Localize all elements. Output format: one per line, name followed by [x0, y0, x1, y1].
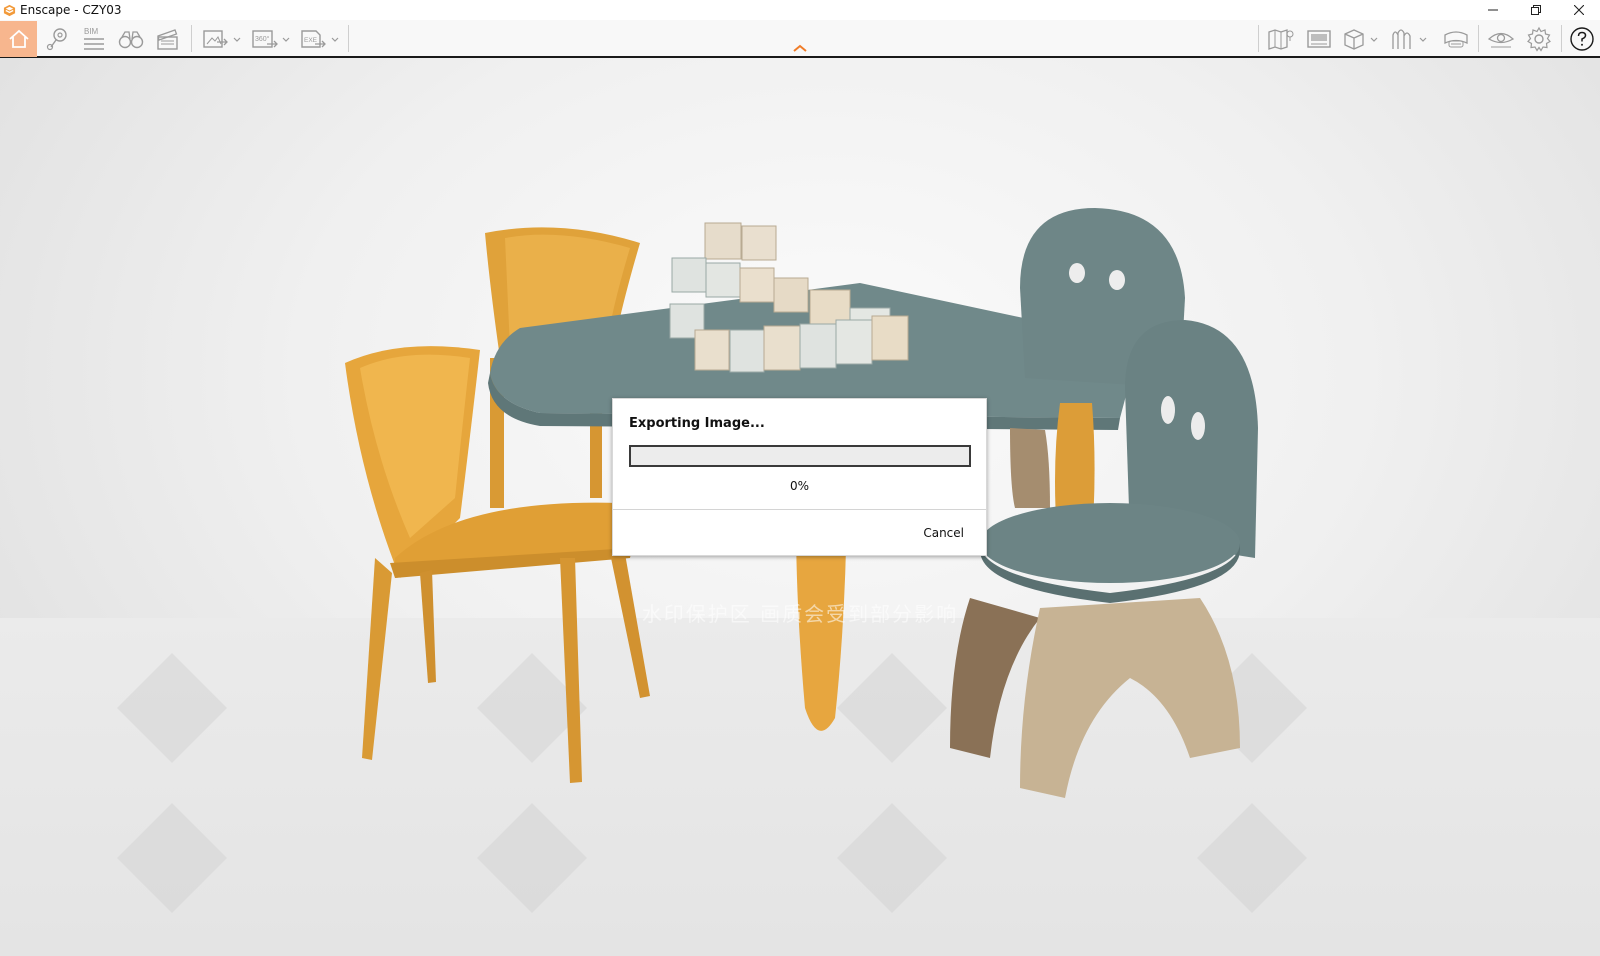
home-button[interactable] [0, 21, 37, 57]
minimize-button[interactable] [1471, 0, 1514, 20]
watermark-pattern [117, 653, 1307, 913]
toolbar-separator [1561, 25, 1562, 52]
collapse-toolbar-chevron-icon[interactable] [792, 43, 808, 53]
watermark-text: 水印保护区 画质会受到部分影响 [641, 602, 959, 626]
views-button[interactable] [40, 21, 74, 57]
title-bar: Enscape - CZY03 [0, 0, 1600, 20]
screenshot-export-button[interactable] [200, 21, 246, 57]
exe-export-button[interactable]: EXE [298, 21, 344, 57]
asset-library-icon [1392, 29, 1427, 49]
pano-label: 360° [255, 35, 270, 43]
close-button[interactable] [1557, 0, 1600, 20]
binoculars-icon [118, 31, 144, 49]
map-icon [1268, 29, 1294, 50]
asset-library-button[interactable] [1388, 21, 1434, 57]
restore-button[interactable] [1514, 0, 1557, 20]
object-view-button[interactable] [1339, 21, 1385, 57]
close-icon [1573, 5, 1584, 15]
clapperboard-icon [157, 29, 178, 50]
restore-icon [1530, 5, 1541, 15]
cancel-button[interactable]: Cancel [923, 526, 964, 540]
exe-export-icon: EXE [301, 30, 339, 48]
minimize-icon [1487, 9, 1498, 11]
vr-headset-button[interactable] [1437, 21, 1475, 57]
settings-icon [1527, 26, 1551, 52]
video-editor-button[interactable] [151, 21, 185, 57]
settings-button[interactable] [1521, 21, 1557, 57]
dialog-divider [613, 509, 986, 510]
cube-view-icon [1344, 29, 1378, 50]
enscape-logo-icon [3, 4, 16, 16]
export-progress-bar [629, 445, 971, 467]
help-icon [1570, 27, 1594, 51]
toolbar-separator [1478, 25, 1479, 52]
toolbar-separator [1258, 25, 1259, 52]
video-editor-icon [1307, 30, 1331, 48]
exe-label: EXE [304, 37, 318, 44]
video-editor-panel-button[interactable] [1301, 21, 1337, 57]
window-controls [1471, 0, 1600, 20]
dialog-title: Exporting Image... [629, 416, 765, 431]
bim-icon: BIM [84, 27, 104, 50]
home-icon [8, 29, 29, 48]
export-progress-dialog: Exporting Image... 0% Cancel [612, 398, 987, 556]
window-title: Enscape - CZY03 [20, 3, 122, 17]
eye-icon [1487, 32, 1515, 48]
help-button[interactable] [1565, 21, 1599, 57]
panorama-360-export-icon: 360° [252, 30, 290, 48]
location-pin-icon [46, 28, 67, 51]
toolbar-separator [191, 25, 192, 52]
panorama-export-button[interactable]: 360° [249, 21, 295, 57]
walk-mode-button[interactable] [114, 21, 148, 57]
toolbar-separator [348, 25, 349, 52]
visual-settings-button[interactable] [1483, 21, 1519, 57]
vr-headset-icon [1444, 31, 1468, 48]
bim-label: BIM [84, 27, 99, 36]
map-button[interactable] [1263, 21, 1299, 57]
progress-percentage: 0% [789, 479, 810, 493]
screenshot-export-icon [203, 30, 241, 48]
bim-button[interactable]: BIM [76, 21, 110, 57]
